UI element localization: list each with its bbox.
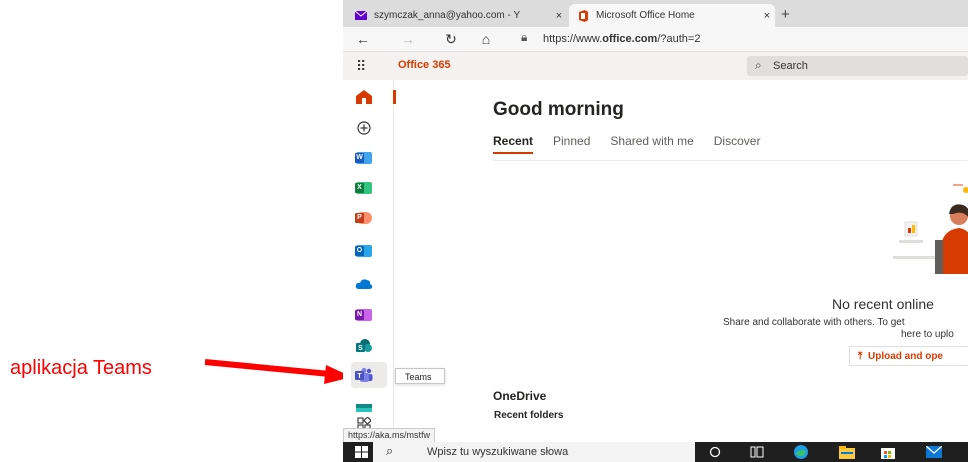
upload-label: Upload and ope (867, 351, 943, 362)
rail-sharepoint-button[interactable]: S (353, 335, 375, 357)
mail-icon (355, 11, 367, 20)
search-box[interactable]: ⌕ Search (747, 56, 968, 76)
teams-icon: T (355, 368, 373, 382)
windows-start-icon[interactable] (355, 446, 368, 458)
content-tabs: Recent Pinned Shared with me Discover (493, 134, 760, 154)
store-icon[interactable] (880, 444, 896, 460)
onedrive-icon (355, 278, 373, 289)
lock-icon: 🔒︎ (521, 30, 528, 44)
tab-pinned[interactable]: Pinned (553, 134, 590, 154)
rail-outlook-button[interactable]: O (353, 240, 375, 262)
tab-bar: szymczak_anna@yahoo.com - Y × Microsoft … (343, 0, 968, 27)
greeting: Good morning (493, 99, 624, 120)
edge-browser-icon[interactable] (793, 444, 809, 460)
divider (493, 160, 968, 161)
task-view-icon[interactable] (749, 444, 765, 460)
search-icon: ⌕ (755, 58, 762, 72)
tab-office-home[interactable]: Microsoft Office Home × (569, 4, 775, 27)
upload-icon: ⤒ (858, 351, 863, 362)
search-icon: ⌕ (386, 443, 394, 458)
sharepoint-icon: S (356, 339, 372, 352)
excel-icon: X (355, 182, 372, 194)
browser-window: szymczak_anna@yahoo.com - Y × Microsoft … (343, 0, 968, 462)
rail-word-button[interactable]: W (353, 147, 375, 169)
app-launcher-icon[interactable]: ⠿ (356, 58, 366, 75)
powerpoint-icon: P (355, 212, 372, 224)
file-explorer-icon[interactable] (839, 444, 855, 460)
tab-discover[interactable]: Discover (714, 134, 761, 154)
rail-onenote-button[interactable]: N (353, 304, 375, 326)
outlook-icon: O (355, 245, 372, 257)
status-url: https://aka.ms/mstfw (343, 428, 436, 443)
empty-state-text: Share and collaborate with others. To ge… (723, 317, 905, 328)
svg-text:T: T (357, 373, 362, 380)
cortana-icon[interactable] (707, 444, 723, 460)
svg-text:S: S (358, 345, 363, 352)
office-logo-icon (579, 9, 588, 22)
close-icon[interactable]: × (759, 10, 775, 22)
active-indicator (393, 90, 396, 104)
rail-excel-button[interactable]: X (353, 177, 375, 199)
empty-state-text-2: here to uplo (901, 329, 954, 340)
url-prefix: https://www. (543, 33, 603, 45)
tab-title: Microsoft Office Home (596, 10, 695, 21)
mail-icon[interactable] (926, 444, 942, 460)
empty-state-illustration (893, 184, 968, 274)
office-brand[interactable]: Office 365 (398, 59, 451, 71)
annotation-label: aplikacja Teams (10, 357, 152, 379)
url-input[interactable]: https://www.office.com/?auth=2 (543, 30, 700, 48)
rail-create-button[interactable] (353, 117, 375, 139)
office-header: ⠿ Office 365 ⌕ Search (343, 52, 968, 80)
url-domain: office.com (602, 33, 658, 45)
new-tab-button[interactable]: + (781, 6, 790, 23)
forward-icon[interactable]: → (398, 30, 418, 48)
back-icon[interactable]: ← (353, 30, 373, 48)
address-bar: ← → ↻ ⌂ 🔒︎ https://www.office.com/?auth=… (343, 27, 968, 52)
plus-circle-icon (357, 121, 371, 135)
onedrive-heading: OneDrive (493, 389, 547, 403)
taskbar-search-placeholder: Wpisz tu wyszukiwane słowa (427, 446, 569, 458)
url-suffix: /?auth=2 (657, 33, 701, 45)
tab-recent[interactable]: Recent (493, 134, 534, 154)
taskbar-search-box[interactable]: ⌕ Wpisz tu wyszukiwane słowa (373, 442, 695, 462)
empty-state-title: No recent online (832, 296, 934, 312)
search-placeholder: Search (773, 60, 808, 72)
tab-shared-with-me[interactable]: Shared with me (610, 134, 693, 154)
taskbar: ⌕ Wpisz tu wyszukiwane słowa (343, 442, 968, 462)
teams-tooltip: Teams (395, 368, 445, 384)
onenote-icon: N (355, 309, 372, 321)
sway-icon (356, 404, 372, 412)
rail-teams-button[interactable]: T (353, 364, 375, 386)
home-icon[interactable]: ⌂ (476, 30, 496, 48)
refresh-icon[interactable]: ↻ (441, 30, 461, 48)
home-icon (356, 90, 372, 104)
rail-onedrive-button[interactable] (353, 272, 375, 294)
word-icon: W (355, 152, 372, 164)
rail-home-button[interactable] (353, 86, 375, 108)
close-icon[interactable]: × (551, 10, 567, 22)
recent-folders-heading: Recent folders (494, 410, 564, 421)
tab-yahoo-mail[interactable]: szymczak_anna@yahoo.com - Y × (347, 4, 567, 27)
upload-and-open-button[interactable]: ⤒ Upload and ope (849, 346, 968, 366)
rail-powerpoint-button[interactable]: P (353, 207, 375, 229)
tab-title: szymczak_anna@yahoo.com - Y (374, 10, 521, 21)
